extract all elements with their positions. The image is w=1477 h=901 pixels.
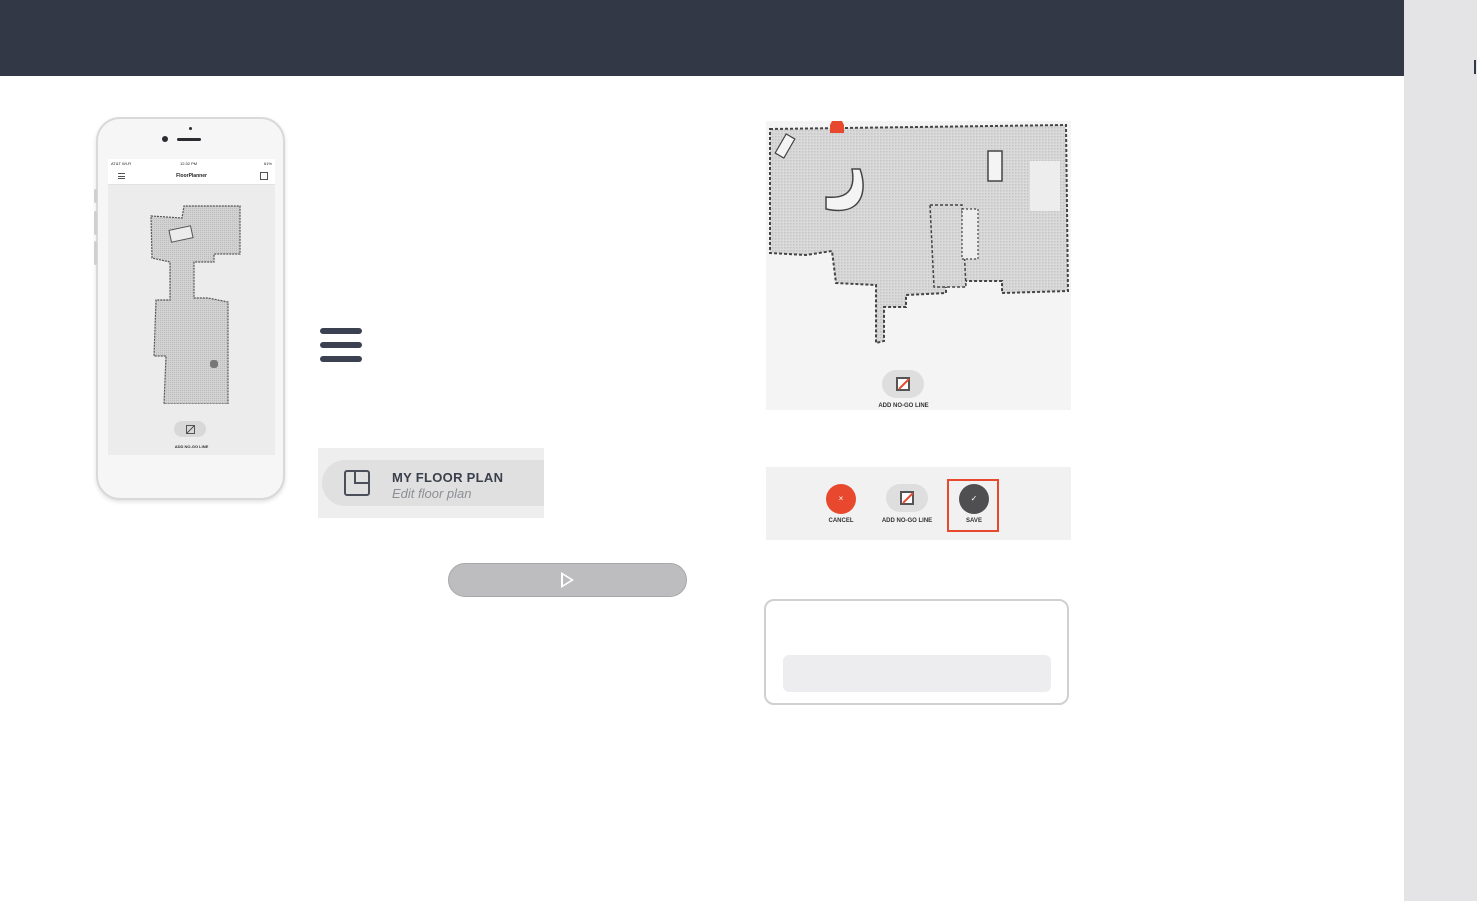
robot-dock-icon <box>830 121 844 133</box>
add-no-go-line-label: ADD NO-GO LINE <box>878 403 929 409</box>
status-battery: 61% <box>263 161 272 166</box>
phone-side-button <box>94 189 97 203</box>
phone-screen: AT&T Wi-Fi 12:32 PM 61% FloorPlanner ADD… <box>108 159 275 455</box>
floor-plan-menu-item[interactable]: MY FLOOR PLAN Edit floor plan <box>318 448 544 518</box>
floor-map-view[interactable]: ADD NO-GO LINE <box>766 121 1071 410</box>
hamburger-line <box>320 328 362 334</box>
hamburger-menu-icon[interactable] <box>318 326 363 364</box>
dialog-input-field[interactable] <box>783 655 1051 692</box>
phone-camera <box>162 136 168 142</box>
phone-illustration: AT&T Wi-Fi 12:32 PM 61% FloorPlanner ADD… <box>94 117 285 500</box>
edge-tick <box>1474 60 1476 74</box>
manual-page: AT&T Wi-Fi 12:32 PM 61% FloorPlanner ADD… <box>0 0 1477 901</box>
cancel-button[interactable]: × <box>826 484 856 514</box>
mini-robot-icon <box>210 360 218 368</box>
floor-plan-title: MY FLOOR PLAN <box>392 470 504 485</box>
play-icon <box>561 572 574 588</box>
play-button[interactable] <box>448 563 687 597</box>
mini-no-go-button[interactable] <box>174 421 206 437</box>
phone-status-bar: AT&T Wi-Fi 12:32 PM 61% <box>108 159 275 169</box>
map-action-bar: × CANCEL ADD NO-GO LINE ✓ SAVE <box>766 467 1071 540</box>
no-go-line-icon <box>896 377 910 391</box>
floor-plan-icon <box>344 470 370 496</box>
status-time: 12:32 PM <box>180 161 198 166</box>
mini-no-go-label: ADD NO-GO LINE <box>174 444 209 449</box>
phone-sensor <box>189 127 192 130</box>
phone-edit-icon[interactable] <box>260 172 268 180</box>
hamburger-line <box>320 356 362 362</box>
phone-side-button <box>94 211 97 235</box>
mini-floor-map <box>150 205 241 404</box>
floor-plan-pill: MY FLOOR PLAN Edit floor plan <box>322 460 544 506</box>
header-bar <box>0 0 1404 76</box>
no-go-line-icon <box>900 491 914 505</box>
phone-side-button <box>94 241 97 265</box>
phone-app-bar: FloorPlanner <box>108 169 275 185</box>
save-highlight-box <box>947 479 999 532</box>
floor-map-drawing <box>769 121 1070 345</box>
status-carrier: AT&T Wi-Fi <box>111 161 132 166</box>
hamburger-line <box>320 342 362 348</box>
name-dialog <box>764 599 1069 705</box>
floor-plan-subtitle: Edit floor plan <box>392 486 472 501</box>
add-no-go-line-action-button[interactable] <box>886 484 928 512</box>
add-no-go-line-button[interactable] <box>882 370 924 398</box>
phone-app-title: FloorPlanner <box>176 173 207 179</box>
phone-speaker <box>177 138 201 141</box>
side-strip <box>1404 0 1477 901</box>
